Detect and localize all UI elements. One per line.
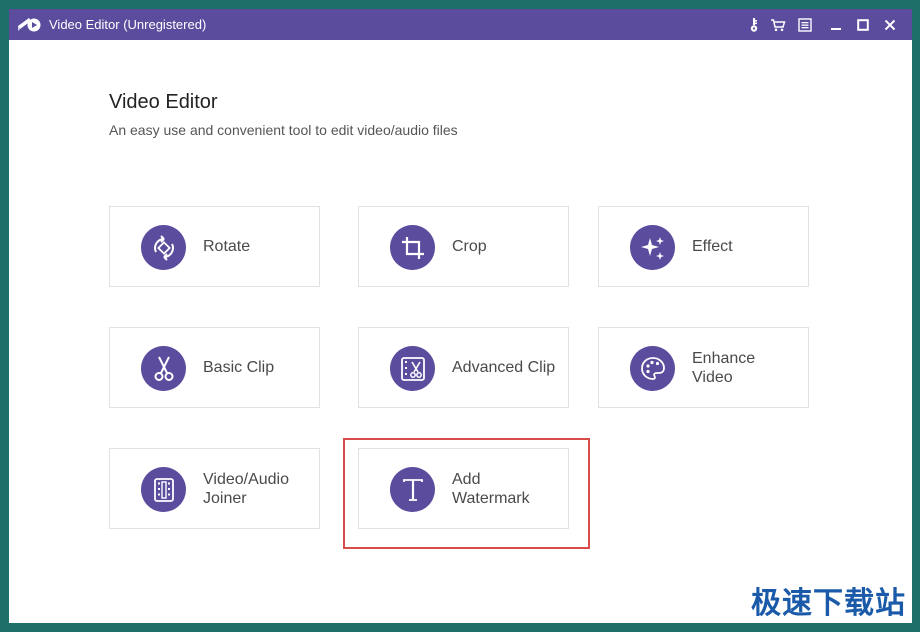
card-label: Basic Clip bbox=[203, 359, 275, 376]
text-t-icon bbox=[390, 467, 435, 512]
app-logo-icon bbox=[18, 18, 41, 32]
site-watermark: 极速下载站 bbox=[751, 586, 906, 621]
page-subtitle: An easy use and convenient tool to edit … bbox=[109, 122, 458, 138]
crop-card[interactable]: Crop bbox=[358, 206, 569, 287]
cart-icon[interactable] bbox=[769, 16, 787, 34]
card-label: Advanced Clip bbox=[452, 359, 556, 376]
film-icon bbox=[141, 467, 186, 512]
scissors-icon bbox=[141, 346, 186, 391]
effect-card[interactable]: Effect bbox=[598, 206, 809, 287]
card-label: Effect bbox=[692, 238, 733, 255]
effect-icon bbox=[630, 225, 675, 270]
app-window: Video Editor (Unregistered) Video Editor… bbox=[9, 9, 912, 623]
rotate-icon bbox=[141, 225, 186, 270]
title-bar[interactable]: Video Editor (Unregistered) bbox=[9, 9, 912, 40]
crop-icon bbox=[390, 225, 435, 270]
card-label: Enhance Video bbox=[692, 349, 756, 386]
card-label: Video/Audio Joiner bbox=[203, 470, 289, 507]
add-watermark-card[interactable]: Add Watermark bbox=[358, 448, 569, 529]
card-label: Rotate bbox=[203, 238, 251, 255]
key-icon[interactable] bbox=[745, 16, 763, 34]
window-title: Video Editor (Unregistered) bbox=[49, 17, 207, 32]
maximize-icon[interactable] bbox=[854, 16, 872, 34]
video-audio-joiner-card[interactable]: Video/Audio Joiner bbox=[109, 448, 320, 529]
page-title: Video Editor bbox=[109, 91, 218, 113]
rotate-card[interactable]: Rotate bbox=[109, 206, 320, 287]
advanced-clip-card[interactable]: Advanced Clip bbox=[358, 327, 569, 408]
close-icon[interactable] bbox=[881, 16, 899, 34]
menu-icon[interactable] bbox=[796, 16, 814, 34]
advanced-clip-icon bbox=[390, 346, 435, 391]
basic-clip-card[interactable]: Basic Clip bbox=[109, 327, 320, 408]
card-label: Crop bbox=[452, 238, 487, 255]
card-label: Add Watermark bbox=[452, 470, 530, 507]
palette-icon bbox=[630, 346, 675, 391]
enhance-video-card[interactable]: Enhance Video bbox=[598, 327, 809, 408]
minimize-icon[interactable] bbox=[827, 16, 845, 34]
